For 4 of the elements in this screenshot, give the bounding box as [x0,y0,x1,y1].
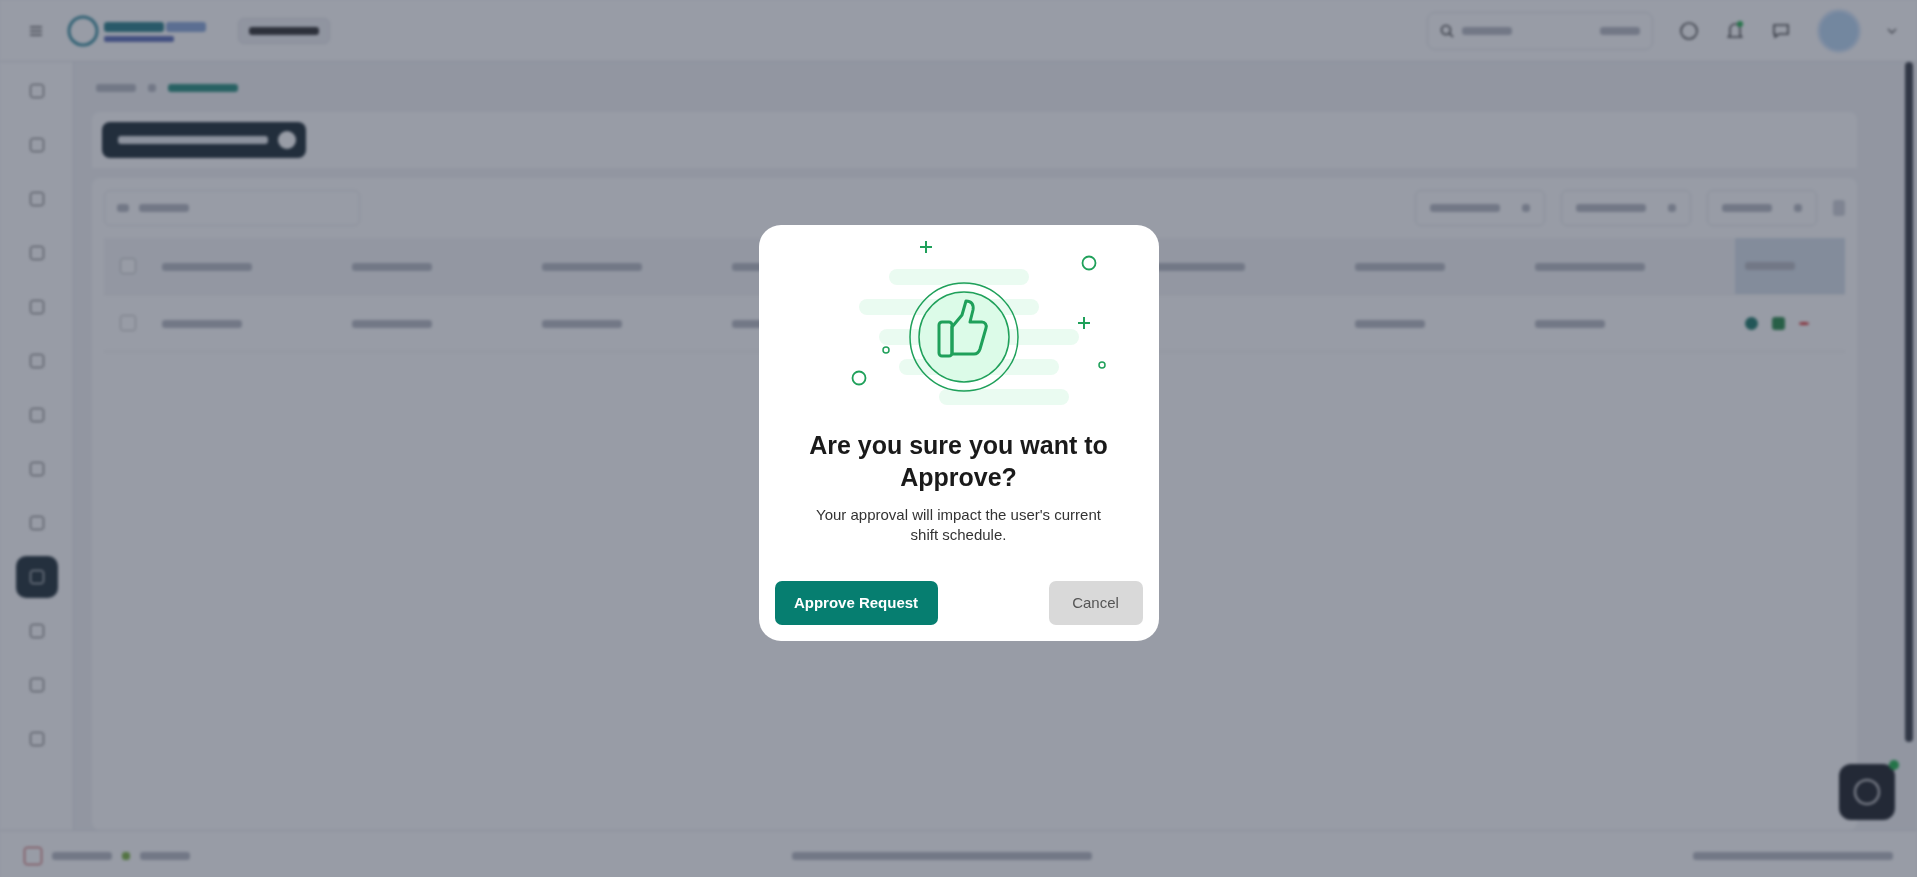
dialog-title: Are you sure you want to Approve? [808,429,1109,493]
cancel-button[interactable]: Cancel [1048,580,1143,625]
dialog-message: Your approval will impact the user's current shift schedule. [815,504,1102,545]
approve-button[interactable]: Approve Request [774,580,938,625]
